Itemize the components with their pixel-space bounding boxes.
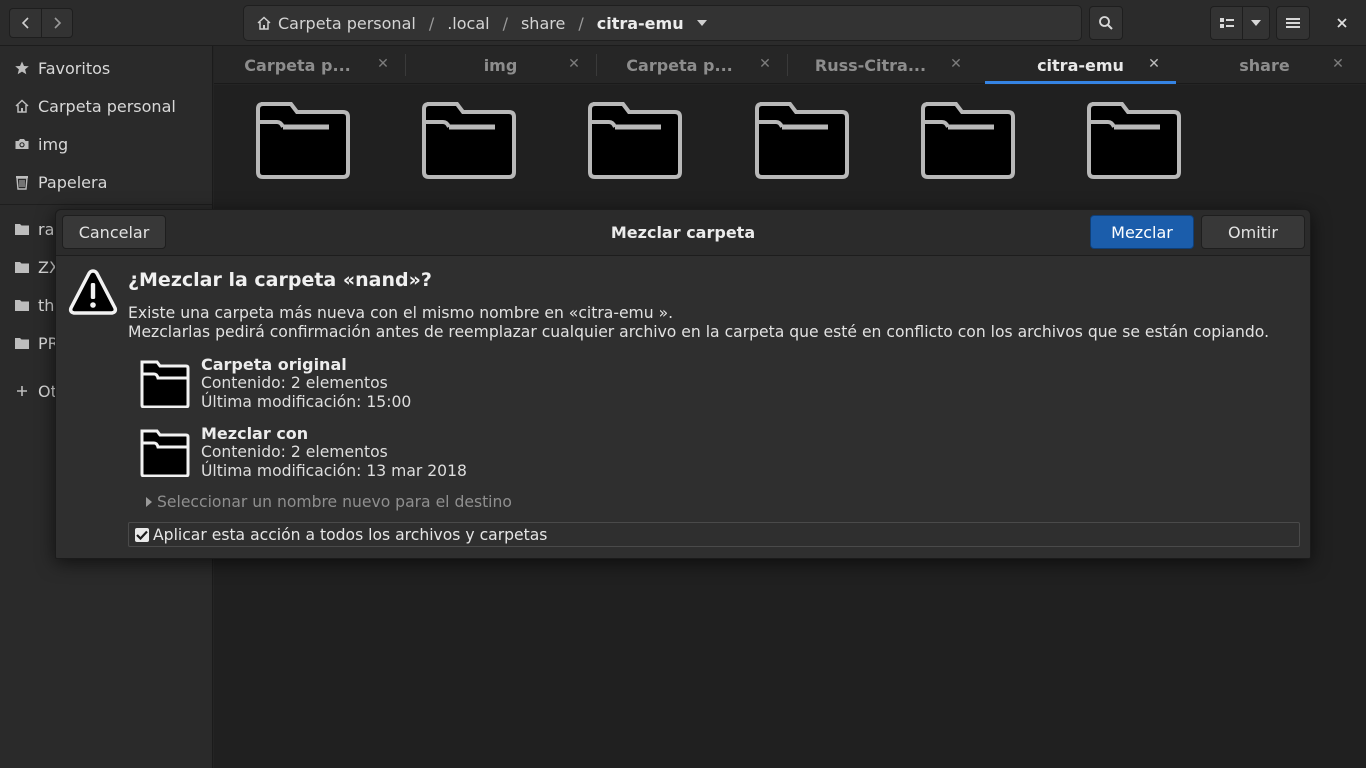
- dialog-heading: ¿Mezclar la carpeta «nand»?: [128, 269, 432, 291]
- folder-icon: [14, 259, 30, 275]
- tab-label: citra-emu: [1037, 55, 1124, 75]
- file-item-cheats[interactable]: cheats: [248, 100, 358, 226]
- chevron-down-icon: [1251, 20, 1261, 26]
- close-icon[interactable]: ✕: [757, 56, 773, 72]
- apply-all-label: Aplicar esta acción a todos los archivos…: [153, 525, 548, 544]
- original-folder-contents: Contenido: 2 elementos: [201, 374, 388, 392]
- dialog-description: Existe una carpeta más nueva con el mism…: [128, 304, 674, 322]
- dialog-header: Cancelar Mezclar carpeta Mezclar Omitir: [56, 210, 1310, 256]
- merge-with-modified: Última modificación: 13 mar 2018: [201, 462, 467, 480]
- close-icon[interactable]: ✕: [566, 56, 582, 72]
- plus-icon: [14, 383, 30, 399]
- path-crumb-share[interactable]: share: [521, 14, 565, 33]
- sidebar-item-label: th: [38, 295, 55, 315]
- folder-icon: [256, 102, 350, 179]
- hamburger-icon: [1286, 18, 1300, 28]
- folder-icon: [422, 102, 516, 179]
- original-folder-title: Carpeta original: [201, 355, 347, 374]
- sidebar-item-label: Carpeta personal: [38, 96, 176, 116]
- merge-with-title: Mezclar con: [201, 424, 309, 443]
- file-item-nand[interactable]: nand: [747, 100, 857, 226]
- path-dropdown-icon[interactable]: [696, 19, 708, 27]
- sidebar-separator: [0, 204, 212, 205]
- sidebar-item-label: Favoritos: [38, 58, 111, 78]
- tab-carpeta-personal-2[interactable]: Carpeta p... ✕: [596, 46, 787, 84]
- checkmark-icon: [136, 530, 148, 540]
- tab-russ-citra[interactable]: Russ-Citra... ✕: [787, 46, 978, 84]
- sidebar-item-label: ra: [38, 219, 55, 239]
- tab-citra-emu[interactable]: citra-emu ✕: [985, 46, 1176, 84]
- forward-button[interactable]: [41, 8, 73, 38]
- original-folder-modified: Última modificación: 15:00: [201, 393, 412, 411]
- path-separator: /: [428, 13, 435, 33]
- trash-icon: [14, 174, 30, 190]
- tab-label: Carpeta p...: [244, 55, 351, 75]
- dialog-description-detail: Mezclarlas pedirá confirmación antes de …: [128, 323, 1270, 341]
- sidebar-item-papelera[interactable]: Papelera: [0, 163, 212, 201]
- sidebar-item-label: img: [38, 134, 69, 154]
- folder-icon: [14, 221, 30, 237]
- folder-icon: [140, 429, 190, 477]
- warning-icon: [68, 269, 118, 315]
- file-item-log[interactable]: log: [580, 100, 690, 226]
- chevron-right-icon: [54, 17, 62, 29]
- folder-icon: [1087, 102, 1181, 179]
- folder-icon: [14, 297, 30, 313]
- folder-icon: [140, 360, 190, 408]
- star-icon: [14, 60, 30, 76]
- apply-all-checkbox[interactable]: [135, 527, 149, 542]
- header-bar: Carpeta personal / .local / share / citr…: [0, 0, 1366, 46]
- close-icon[interactable]: ✕: [948, 56, 964, 72]
- tab-label: Russ-Citra...: [814, 55, 927, 75]
- folder-icon: [14, 335, 30, 351]
- rename-expander[interactable]: Seleccionar un nombre nuevo para el dest…: [144, 493, 512, 511]
- sidebar-item-favoritos[interactable]: Favoritos: [0, 49, 212, 87]
- tab-share[interactable]: share ✕: [1169, 46, 1360, 84]
- path-bar: Carpeta personal / .local / share / citr…: [243, 5, 1082, 41]
- home-icon: [256, 15, 272, 31]
- tab-img[interactable]: img ✕: [405, 46, 596, 84]
- skip-button[interactable]: Omitir: [1201, 215, 1305, 249]
- path-crumb-local[interactable]: .local: [447, 14, 489, 33]
- sidebar-item-label: Papelera: [38, 172, 108, 192]
- expander-arrow-icon: [144, 497, 154, 507]
- camera-icon: [14, 136, 30, 152]
- search-icon: [1099, 16, 1113, 30]
- path-crumb-current[interactable]: citra-emu: [597, 14, 684, 33]
- home-icon: [14, 98, 30, 114]
- merge-with-contents: Contenido: 2 elementos: [201, 443, 388, 461]
- folder-icon: [755, 102, 849, 179]
- tab-label: share: [1239, 55, 1290, 75]
- view-options-button[interactable]: [1242, 6, 1270, 40]
- tab-label: img: [483, 55, 518, 75]
- search-button[interactable]: [1089, 6, 1123, 40]
- file-item-sysdata[interactable]: sysdata: [1079, 100, 1189, 226]
- sidebar-item-home[interactable]: Carpeta personal: [0, 87, 212, 125]
- chevron-left-icon: [21, 17, 29, 29]
- sidebar-item-img[interactable]: img: [0, 125, 212, 163]
- close-window-button[interactable]: [1328, 8, 1356, 38]
- close-icon[interactable]: ✕: [1146, 56, 1162, 72]
- file-item-config[interactable]: config: [414, 100, 524, 226]
- path-crumb-home[interactable]: Carpeta personal: [278, 14, 416, 33]
- merge-button[interactable]: Mezclar: [1090, 215, 1194, 249]
- back-button[interactable]: [9, 8, 41, 38]
- path-separator: /: [578, 13, 584, 33]
- apply-all-checkbox-row[interactable]: Aplicar esta acción a todos los archivos…: [128, 522, 1300, 547]
- folder-icon: [921, 102, 1015, 179]
- rename-expander-label: Seleccionar un nombre nuevo para el dest…: [157, 493, 512, 511]
- list-view-icon: [1219, 18, 1234, 28]
- file-item-sdmc[interactable]: sdmc: [913, 100, 1023, 226]
- view-mode-button[interactable]: [1210, 6, 1242, 40]
- tab-label: Carpeta p...: [626, 55, 733, 75]
- close-icon: [1337, 18, 1347, 28]
- tab-bar: Carpeta p... ✕ img ✕ Carpeta p... ✕ Russ…: [214, 46, 1366, 84]
- close-icon[interactable]: ✕: [1330, 56, 1346, 72]
- merge-folder-dialog: Cancelar Mezclar carpeta Mezclar Omitir …: [55, 209, 1311, 559]
- close-icon[interactable]: ✕: [375, 56, 391, 72]
- tab-carpeta-personal[interactable]: Carpeta p... ✕: [214, 46, 405, 84]
- folder-icon: [588, 102, 682, 179]
- main-menu-button[interactable]: [1276, 6, 1310, 40]
- path-separator: /: [502, 13, 508, 33]
